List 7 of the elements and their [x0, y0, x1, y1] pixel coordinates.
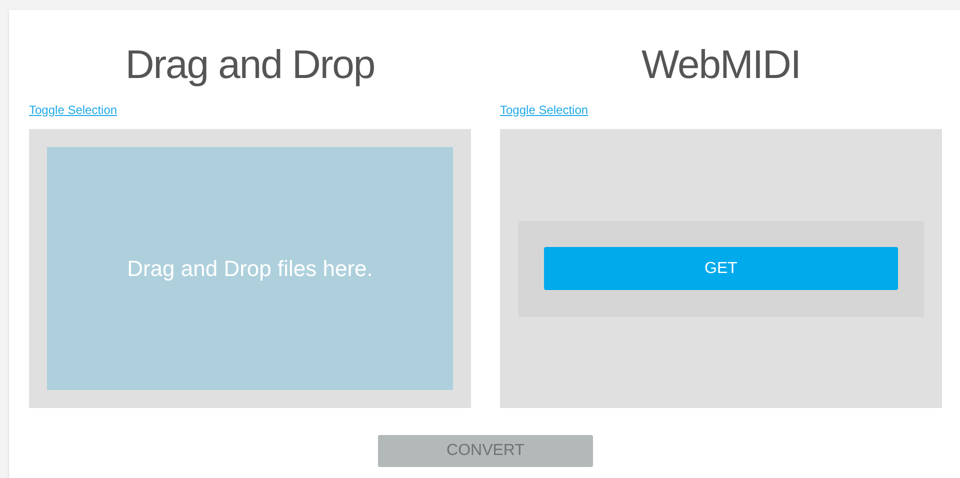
section-title: WebMIDI — [642, 42, 800, 88]
toggle-selection-link[interactable]: Toggle Selection — [500, 101, 588, 119]
drop-hint: Drag and Drop files here. — [127, 255, 373, 283]
toggle-selection-link[interactable]: Toggle Selection — [29, 101, 118, 119]
section-title: Drag and Drop — [125, 42, 375, 88]
get-button[interactable]: GET — [544, 247, 898, 290]
drop-zone[interactable]: Drag and Drop files here. — [47, 147, 453, 390]
